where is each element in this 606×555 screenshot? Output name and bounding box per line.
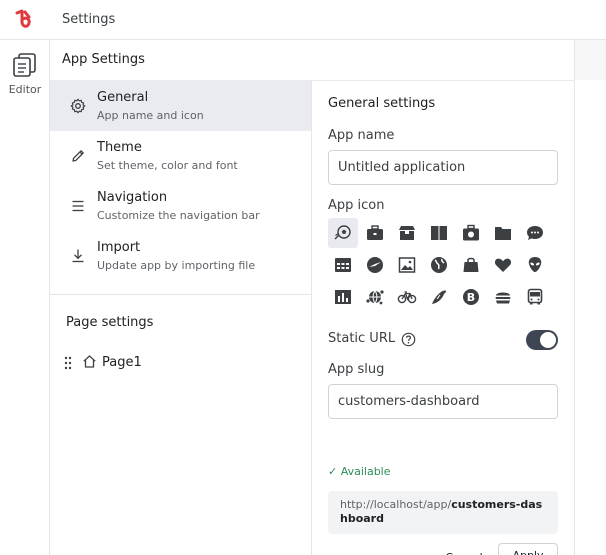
static-url-label: Static URL bbox=[328, 331, 396, 346]
bitcoin-icon[interactable]: B bbox=[456, 282, 486, 312]
panel-header: App Settings bbox=[50, 40, 575, 81]
help-icon[interactable] bbox=[401, 332, 416, 347]
page-name: Page1 bbox=[102, 355, 142, 370]
settings-panel: App Settings General App name and icon T… bbox=[50, 40, 575, 555]
bird-icon[interactable] bbox=[424, 282, 454, 312]
left-rail: Editor bbox=[0, 40, 50, 555]
top-title: Settings bbox=[62, 12, 116, 27]
app-icon-label: App icon bbox=[328, 198, 385, 213]
page-row-page1[interactable]: Page1 bbox=[64, 353, 264, 373]
nav-item-subtitle: Customize the navigation bar bbox=[97, 209, 260, 222]
soccer-ball-icon[interactable] bbox=[328, 218, 358, 248]
archive-box-icon[interactable] bbox=[392, 218, 422, 248]
heart-icon[interactable] bbox=[488, 250, 518, 280]
budibase-logo-icon[interactable] bbox=[13, 9, 37, 31]
app-name-input[interactable] bbox=[328, 150, 558, 185]
static-url-toggle[interactable] bbox=[526, 330, 558, 350]
folder-icon[interactable] bbox=[488, 218, 518, 248]
alien-icon[interactable] bbox=[520, 250, 550, 280]
apply-button[interactable]: Apply bbox=[498, 543, 558, 555]
nav-item-navigation[interactable]: Navigation Customize the navigation bar bbox=[50, 181, 311, 231]
menu-lines-icon bbox=[72, 200, 84, 212]
shopping-bag-icon[interactable] bbox=[456, 250, 486, 280]
page-settings-title: Page settings bbox=[66, 315, 154, 330]
panel-title: App Settings bbox=[62, 52, 145, 67]
general-settings-form: General settings App name App icon bbox=[312, 81, 575, 555]
nav-item-title: Import bbox=[97, 240, 141, 255]
app-slug-label: App slug bbox=[328, 362, 385, 377]
home-icon bbox=[83, 355, 96, 368]
section-title: General settings bbox=[328, 96, 436, 111]
url-prefix: http://localhost/app/ bbox=[340, 498, 452, 511]
cancel-button[interactable]: Cancel bbox=[440, 545, 488, 555]
gear-icon bbox=[70, 98, 86, 114]
nav-item-import[interactable]: Import Update app by importing file bbox=[50, 231, 311, 281]
nav-item-general[interactable]: General App name and icon bbox=[50, 81, 311, 131]
chat-bubble-icon[interactable] bbox=[520, 218, 550, 248]
nav-item-title: General bbox=[97, 90, 149, 105]
top-bar: Settings bbox=[0, 0, 606, 40]
compass-icon[interactable] bbox=[360, 250, 390, 280]
nav-item-title: Navigation bbox=[97, 190, 168, 205]
nav-item-subtitle: Set theme, color and font bbox=[97, 159, 238, 172]
burger-icon[interactable] bbox=[488, 282, 518, 312]
slug-available-status: ✓ Available bbox=[328, 465, 391, 478]
toggle-knob bbox=[540, 332, 556, 348]
svg-text:B: B bbox=[467, 291, 475, 304]
editor-icon bbox=[13, 53, 36, 77]
app-settings-list: General App name and icon Theme Set them… bbox=[50, 81, 311, 295]
rail-editor-label: Editor bbox=[8, 83, 42, 96]
bicycle-icon[interactable] bbox=[392, 282, 422, 312]
network-globe-icon[interactable] bbox=[360, 282, 390, 312]
calendar-icon[interactable] bbox=[328, 250, 358, 280]
nav-item-subtitle: Update app by importing file bbox=[97, 259, 256, 272]
toolbox-icon[interactable] bbox=[360, 218, 390, 248]
drag-handle-icon[interactable] bbox=[64, 356, 72, 370]
nav-item-subtitle: App name and icon bbox=[97, 109, 204, 122]
app-slug-input[interactable] bbox=[328, 384, 558, 419]
nav-item-title: Theme bbox=[97, 140, 142, 155]
app-name-label: App name bbox=[328, 128, 395, 143]
app-url-preview: http://localhost/app/customers-dashboard bbox=[328, 491, 558, 534]
nav-item-theme[interactable]: Theme Set theme, color and font bbox=[50, 131, 311, 181]
download-icon bbox=[72, 249, 84, 263]
camera-bag-icon[interactable] bbox=[456, 218, 486, 248]
book-open-icon[interactable] bbox=[424, 218, 454, 248]
rail-editor-button[interactable]: Editor bbox=[0, 50, 50, 102]
canvas-edge bbox=[575, 40, 606, 80]
globe-icon[interactable] bbox=[424, 250, 454, 280]
settings-nav: General App name and icon Theme Set them… bbox=[50, 81, 312, 555]
image-icon[interactable] bbox=[392, 250, 422, 280]
bar-chart-icon[interactable] bbox=[328, 282, 358, 312]
pencil-icon bbox=[72, 150, 84, 162]
bus-icon[interactable] bbox=[520, 282, 550, 312]
